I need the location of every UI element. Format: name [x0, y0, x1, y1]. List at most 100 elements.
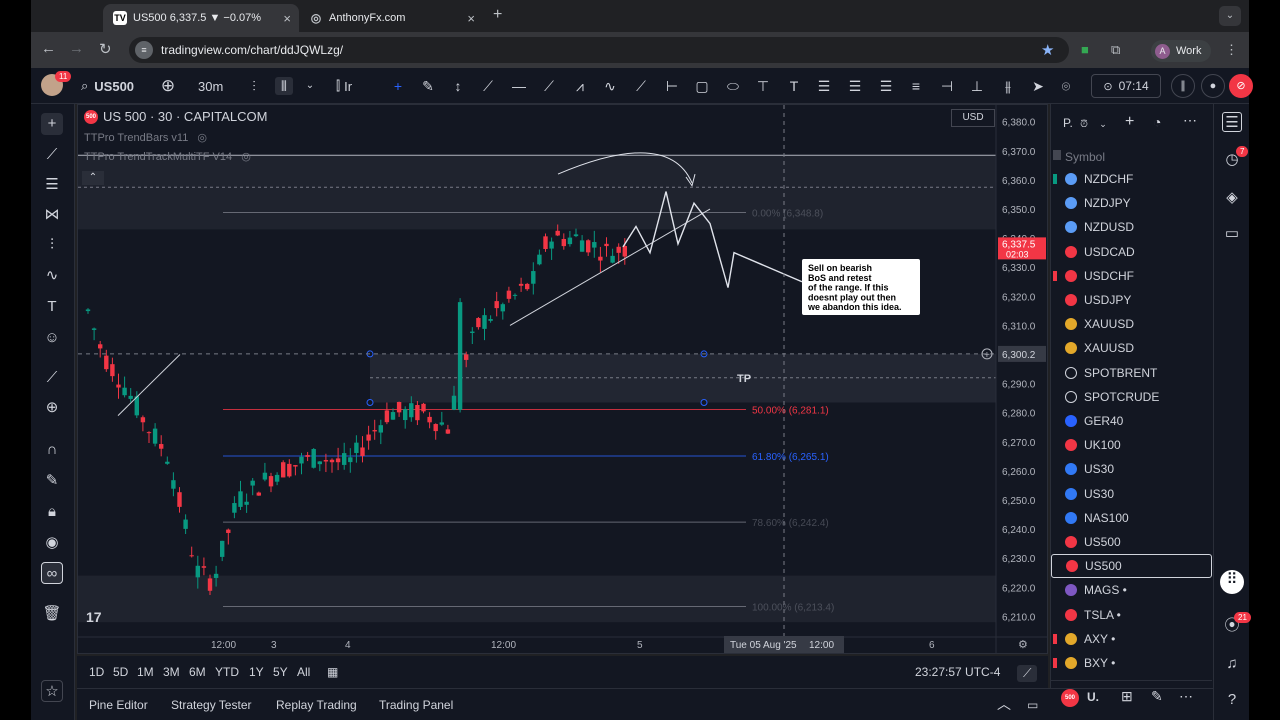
range-all[interactable]: All [297, 665, 310, 679]
watchlist-title[interactable]: P. ⏰︎ ⌄ [1063, 116, 1107, 130]
watchlist-item[interactable]: BXY • [1051, 651, 1212, 675]
compare-add-icon[interactable]: ⊕ [159, 77, 177, 95]
tab-anthonyfx[interactable]: ◎ AnthonyFx.com × [299, 4, 483, 32]
help-icon[interactable]: ? [1222, 690, 1242, 710]
projection-icon[interactable]: ⊣ [938, 77, 956, 95]
collapse-panel-icon[interactable]: ︿ [997, 694, 1011, 714]
strategy-tester-tab[interactable]: Strategy Tester [171, 698, 251, 712]
brush-tool-icon[interactable]: ✎ [419, 77, 437, 95]
chevron-down-icon[interactable]: ⌄ [301, 77, 319, 95]
more-options-icon[interactable]: ⋯ [1183, 112, 1197, 129]
more-icon[interactable]: ⋯ [1179, 688, 1193, 705]
magnet-icon[interactable]: ∩ [41, 439, 63, 461]
watchlist-item[interactable]: UK100 [1051, 433, 1212, 457]
range-1y[interactable]: 1Y [249, 665, 264, 679]
tradingview-logo[interactable]: 17 [86, 609, 102, 625]
watchlist-item[interactable]: SPOTCRUDE [1051, 385, 1212, 409]
pitchfork-icon[interactable]: ☰ [877, 77, 895, 95]
footer-symbol[interactable]: U. [1087, 690, 1099, 704]
gann-icon[interactable]: ☰ [846, 77, 864, 95]
pine-editor-tab[interactable]: Pine Editor [89, 698, 148, 712]
scale-toggle-icon[interactable]: ⟋ [1017, 665, 1038, 682]
pattern-icon[interactable]: ⩘ [571, 77, 589, 95]
tab-search-button[interactable]: ⌄ [1219, 6, 1241, 26]
horizontal-line-icon[interactable]: — [510, 77, 528, 95]
patterns-tool-icon[interactable]: ⋈ [41, 204, 63, 226]
hidden-eye-icon[interactable]: ◎ [241, 151, 251, 163]
trading-panel-tab[interactable]: Trading Panel [379, 698, 453, 712]
prediction-tool-icon[interactable]: ⫶ [41, 234, 63, 256]
hidden-eye-icon[interactable]: ◎ [197, 132, 207, 144]
watchlist-item[interactable]: MAGS • [1051, 578, 1212, 602]
symbol-search[interactable]: ⌕ US500 [81, 68, 134, 104]
watchlist-item[interactable]: USDCHF [1051, 264, 1212, 288]
bookmark-star-icon[interactable]: ★ [1041, 41, 1054, 59]
watchlist-item[interactable]: NAS100 [1051, 506, 1212, 530]
emoji-icon[interactable]: ☺ [41, 327, 63, 349]
replay-timer[interactable]: ⊙ 07:14 [1091, 74, 1161, 98]
timezone-clock[interactable]: 23:27:57 UTC-4 [915, 665, 1000, 679]
indicator-trendtrack[interactable]: TTPro TrendTrackMultiTF V14 ◎ [84, 150, 251, 163]
advanced-view-icon[interactable]: ◔ [1153, 114, 1161, 130]
watchlist-item[interactable]: US500 [1051, 554, 1212, 579]
chart-pane[interactable]: 0.00% (6,348.8) 50.00% (6,281.1) 61.80% (6… [77, 104, 1048, 654]
trend-line-tool-icon[interactable]: ⟋ [41, 144, 63, 166]
favorites-star-icon[interactable]: ☆ [41, 680, 63, 702]
trash-icon[interactable]: 🗑︎ [41, 603, 63, 625]
path-icon[interactable]: ⟋ [632, 77, 650, 95]
zoom-in-icon[interactable]: ⊕ [41, 397, 63, 419]
close-tab-icon[interactable]: × [283, 11, 291, 26]
watchlist-icon[interactable]: ☰ [1222, 112, 1242, 132]
text-tool-icon[interactable]: T [785, 77, 803, 95]
stay-drawing-icon[interactable]: ✎ [41, 470, 63, 492]
range-5y[interactable]: 5Y [273, 665, 288, 679]
forecast-icon[interactable]: ≡ [907, 77, 925, 95]
grid-view-icon[interactable]: ⊞ [1121, 688, 1133, 705]
lock-icon[interactable]: 🔒︎ [41, 501, 63, 523]
watchlist-item[interactable]: US500 [1051, 530, 1212, 554]
puzzle-extensions-icon[interactable]: ⧉ [1111, 42, 1120, 58]
column-symbol[interactable]: Symbol [1065, 150, 1105, 164]
maximize-panel-icon[interactable]: ▭ [1027, 698, 1038, 712]
legend-title[interactable]: US 500 · 30 · CAPITALCOM [103, 109, 267, 124]
watchlist-item[interactable]: US30 [1051, 482, 1212, 506]
candles-icon[interactable]: ⫴ [275, 77, 293, 95]
ray-icon[interactable]: ⟋ [540, 77, 558, 95]
watchlist-item[interactable]: AXY • [1051, 627, 1212, 651]
range-1m[interactable]: 1M [137, 665, 154, 679]
microphone-icon[interactable]: ● [1201, 74, 1225, 98]
watchlist-item[interactable]: SPOTBRENT [1051, 361, 1212, 385]
range-icon[interactable]: ⊢ [663, 77, 681, 95]
watchlist-item[interactable]: NZDUSD [1051, 215, 1212, 239]
layers-icon[interactable]: ◈ [1222, 188, 1242, 208]
measure-icon[interactable]: ⊥ [968, 77, 986, 95]
reload-icon[interactable]: ↻ [99, 40, 112, 58]
chart-canvas[interactable]: 0.00% (6,348.8) 50.00% (6,281.1) 61.80% (6… [78, 105, 1048, 654]
replay-trading-tab[interactable]: Replay Trading [276, 698, 357, 712]
fib-icon[interactable]: ☰ [815, 77, 833, 95]
anchored-vwap-icon[interactable]: ⫵ [999, 77, 1017, 95]
watchlist-item[interactable]: TSLA • [1051, 603, 1212, 627]
flag-marker[interactable] [1053, 633, 1057, 644]
forward-icon[interactable]: → [69, 40, 84, 57]
edit-icon[interactable]: ✎ [1151, 688, 1163, 705]
profile-button[interactable]: A Work [1151, 40, 1212, 62]
watchlist-item[interactable]: NZDCHF [1051, 167, 1212, 191]
fib-tool-icon[interactable]: ☰ [41, 174, 63, 196]
browser-menu-icon[interactable]: ⋮ [1225, 42, 1238, 58]
range-6m[interactable]: 6M [189, 665, 206, 679]
range-5d[interactable]: 5D [113, 665, 128, 679]
bell-icon[interactable]: ♫ [1222, 654, 1242, 674]
ruler-icon[interactable]: ⟋ [41, 367, 63, 389]
watchlist-item[interactable]: GER40 [1051, 409, 1212, 433]
link-icon[interactable]: ∞ [41, 562, 63, 584]
back-icon[interactable]: ← [41, 40, 56, 57]
pause-icon[interactable]: ∥ [1171, 74, 1195, 98]
flag-marker[interactable] [1053, 658, 1057, 668]
interval-button[interactable]: 30m [198, 68, 223, 104]
chat-icon[interactable]: ▭ [1222, 224, 1242, 244]
cursor-icon[interactable]: ➤ [1029, 77, 1047, 95]
indicator-trendbars[interactable]: TTPro TrendBars v11 ◎ [84, 131, 207, 144]
close-tab-icon[interactable]: × [467, 11, 475, 26]
bar-style-icon[interactable]: ⫶ [245, 77, 263, 95]
